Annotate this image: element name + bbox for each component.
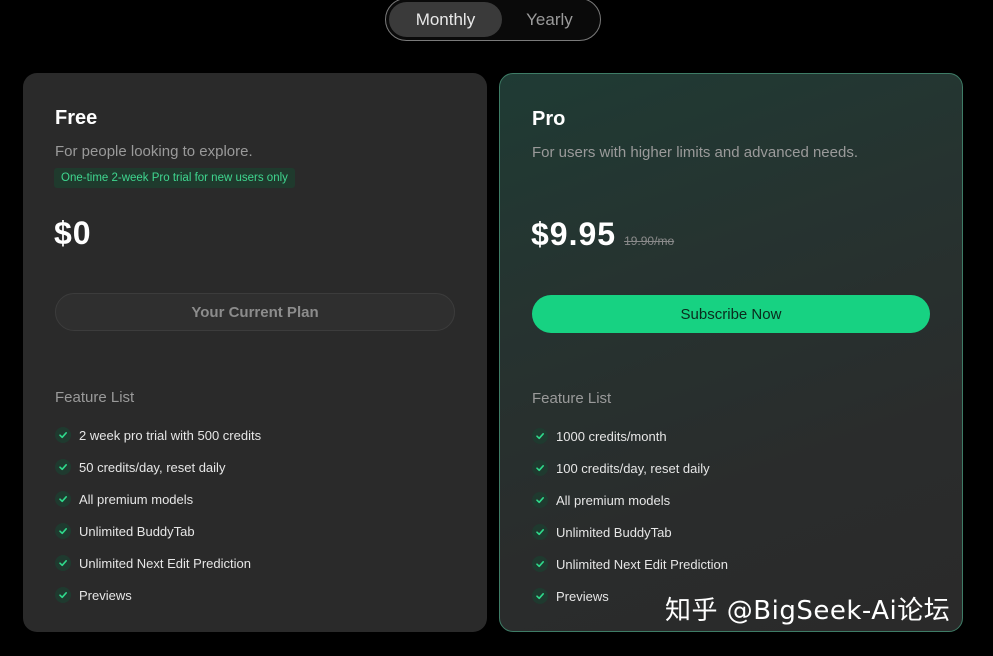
check-icon	[532, 460, 548, 476]
current-plan-button[interactable]: Your Current Plan	[55, 293, 455, 331]
check-icon	[532, 524, 548, 540]
feature-item: All premium models	[55, 483, 261, 515]
feature-list-title: Feature List	[55, 389, 135, 406]
trial-badge: One-time 2-week Pro trial for new users …	[54, 168, 295, 188]
check-icon	[55, 587, 71, 603]
billing-toggle: Monthly Yearly	[385, 0, 601, 41]
feature-label: Previews	[79, 587, 132, 603]
subscribe-button[interactable]: Subscribe Now	[532, 295, 930, 333]
check-icon	[532, 492, 548, 508]
watermark-text: 知乎 @BigSeek-Ai论坛	[665, 596, 951, 626]
plan-price: $9.95	[531, 216, 617, 252]
feature-item: Previews	[55, 579, 261, 611]
feature-label: All premium models	[79, 491, 194, 507]
feature-label: Previews	[556, 588, 609, 604]
check-icon	[55, 427, 71, 443]
feature-item: 50 credits/day, reset daily	[55, 451, 261, 483]
feature-list: 1000 credits/month 100 credits/day, reset…	[532, 420, 728, 612]
feature-list-title: Feature List	[532, 390, 612, 407]
feature-item: Unlimited BuddyTab	[532, 516, 728, 548]
feature-item: 1000 credits/month	[532, 420, 728, 452]
feature-label: 1000 credits/month	[556, 428, 667, 444]
feature-label: 2 week pro trial with 500 credits	[79, 427, 262, 443]
plan-name: Free	[55, 107, 98, 129]
check-icon	[55, 491, 71, 507]
plan-description: For people looking to explore.	[55, 143, 253, 160]
plan-card-free: Free For people looking to explore. One-…	[23, 73, 487, 632]
feature-label: Unlimited Next Edit Prediction	[556, 556, 728, 572]
price-row: $9.95 19.90/mo	[531, 216, 674, 253]
feature-label: All premium models	[556, 492, 671, 508]
feature-item: Unlimited Next Edit Prediction	[532, 548, 728, 580]
plan-description: For users with higher limits and advance…	[532, 144, 859, 161]
check-icon	[55, 555, 71, 571]
check-icon	[532, 556, 548, 572]
check-icon	[55, 523, 71, 539]
feature-item: 2 week pro trial with 500 credits	[55, 419, 261, 451]
feature-item: Unlimited BuddyTab	[55, 515, 261, 547]
check-icon	[532, 428, 548, 444]
check-icon	[55, 459, 71, 475]
feature-item: All premium models	[532, 484, 728, 516]
feature-label: Unlimited Next Edit Prediction	[79, 555, 251, 571]
pricing-page: Monthly Yearly Free For people looking t…	[0, 0, 993, 656]
plan-card-pro: Pro For users with higher limits and adv…	[499, 73, 963, 632]
feature-label: 100 credits/day, reset daily	[556, 460, 710, 476]
check-icon	[532, 588, 548, 604]
feature-label: Unlimited BuddyTab	[556, 524, 672, 540]
plan-price: $0	[54, 215, 92, 251]
feature-item: 100 credits/day, reset daily	[532, 452, 728, 484]
plan-name: Pro	[532, 108, 566, 130]
toggle-monthly[interactable]: Monthly	[389, 2, 502, 37]
price-row: $0	[54, 215, 92, 252]
feature-list: 2 week pro trial with 500 credits 50 cred…	[55, 419, 261, 611]
original-price: 19.90/mo	[624, 234, 675, 248]
feature-label: Unlimited BuddyTab	[79, 523, 195, 539]
feature-item: Unlimited Next Edit Prediction	[55, 547, 261, 579]
toggle-yearly[interactable]: Yearly	[502, 2, 597, 37]
feature-label: 50 credits/day, reset daily	[79, 459, 226, 475]
